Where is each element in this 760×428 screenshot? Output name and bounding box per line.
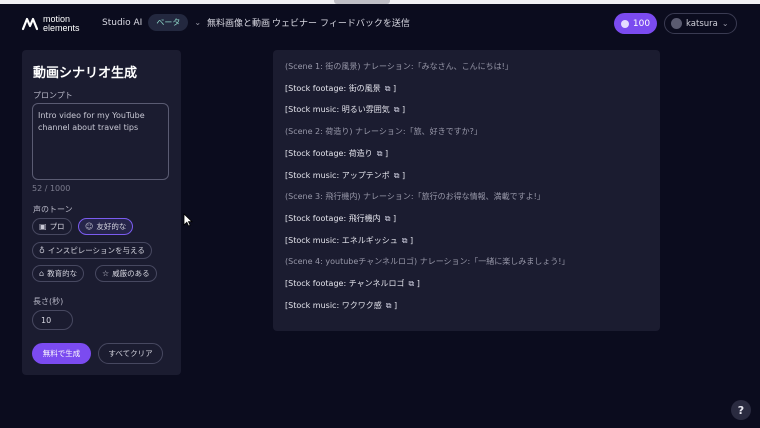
- stock-line[interactable]: [Stock footage: 飛行機内 ⧉ ]: [285, 213, 396, 224]
- external-link-icon[interactable]: ⧉: [385, 84, 391, 94]
- nav-free-media[interactable]: 無料画像と動画: [207, 16, 270, 29]
- scene-line: (Scene 4: youtubeチャンネルロゴ) ナレーション:「一緒に楽しみ…: [285, 256, 569, 267]
- star-icon: ☆: [102, 269, 110, 278]
- line-close: ]: [401, 171, 406, 180]
- nav-studio-label: Studio AI: [102, 17, 143, 28]
- line-text: [Stock music: ワクワク感: [285, 301, 382, 310]
- stock-line[interactable]: [Stock music: ワクワク感 ⧉ ]: [285, 300, 397, 311]
- graduation-cap-icon: ⌂: [39, 269, 45, 278]
- stock-line[interactable]: [Stock music: 明るい雰囲気 ⧉ ]: [285, 104, 405, 115]
- username: katsura: [686, 18, 718, 29]
- line-text: (Scene 4: youtubeチャンネルロゴ) ナレーション:「一緒に楽しみ…: [285, 257, 570, 266]
- line-close: ]: [401, 105, 406, 114]
- external-link-icon[interactable]: ⧉: [394, 171, 400, 181]
- line-close: ]: [392, 84, 397, 93]
- length-input[interactable]: 10: [32, 310, 73, 330]
- brand-logo[interactable]: motion elements: [21, 15, 80, 33]
- tone-option-inspirational[interactable]: ♁ インスピレーションを与える: [32, 242, 152, 259]
- line-text: [Stock music: アップテンポ: [285, 171, 390, 180]
- page-title: 動画シナリオ生成: [33, 66, 138, 81]
- scene-line: (Scene 3: 飛行機内) ナレーション:「旅行のお得な情報、満載ですよ!」: [285, 191, 545, 202]
- external-link-icon[interactable]: ⧉: [394, 105, 400, 115]
- stock-line[interactable]: [Stock music: エネルギッシュ ⧉ ]: [285, 235, 413, 246]
- clear-all-button[interactable]: すべてクリア: [98, 343, 163, 364]
- chevron-down-icon: ⌄: [721, 19, 729, 28]
- char-count: 52 / 1000: [32, 184, 71, 193]
- line-text: [Stock footage: 飛行機内: [285, 214, 381, 223]
- tone-option-educational[interactable]: ⌂ 教育的な: [32, 265, 85, 282]
- nav-feedback[interactable]: フィードバックを送信: [320, 16, 410, 29]
- tone-label: 声のトーン: [33, 205, 73, 214]
- nav-studio-ai[interactable]: Studio AI ベータ ⌄: [102, 14, 201, 31]
- external-link-icon[interactable]: ⧉: [377, 149, 383, 159]
- stock-line[interactable]: [Stock footage: チャンネルロゴ ⧉ ]: [285, 278, 420, 289]
- mouse-cursor-icon: [183, 213, 193, 227]
- tone-option-pro[interactable]: ▣ プロ: [32, 218, 72, 235]
- credits-count: 100: [632, 18, 651, 29]
- generate-button[interactable]: 無料で生成: [32, 343, 91, 364]
- line-close: ]: [416, 279, 420, 288]
- scenario-result-panel: (Scene 1: 街の風景) ナレーション:「みなさん、こんにちは!」 [St…: [273, 50, 660, 331]
- beta-badge: ベータ: [148, 14, 189, 31]
- tone-label-pro: プロ: [49, 222, 65, 231]
- tone-option-friendly[interactable]: ☺ 友好的な: [78, 218, 134, 235]
- logo-line-2: elements: [43, 23, 80, 33]
- line-text: [Stock footage: チャンネルロゴ: [285, 279, 405, 288]
- line-close: ]: [384, 149, 389, 158]
- prompt-label: プロンプト: [33, 91, 73, 100]
- line-text: (Scene 3: 飛行機内) ナレーション:「旅行のお得な情報、満載ですよ!」: [285, 192, 545, 201]
- line-close: ]: [409, 236, 414, 245]
- tone-option-authoritative[interactable]: ☆ 威厳のある: [95, 265, 157, 282]
- line-close: ]: [393, 301, 398, 310]
- credits-button[interactable]: 100: [614, 13, 657, 34]
- tone-label-authoritative: 威厳のある: [112, 269, 150, 278]
- length-label: 長さ(秒): [33, 297, 64, 306]
- stock-line[interactable]: [Stock footage: 街の風景 ⧉ ]: [285, 83, 396, 94]
- scene-line: (Scene 1: 街の風景) ナレーション:「みなさん、こんにちは!」: [285, 61, 513, 72]
- tone-label-inspirational: インスピレーションを与える: [47, 246, 145, 255]
- stock-line[interactable]: [Stock music: アップテンポ ⧉ ]: [285, 170, 405, 181]
- nav-webinar[interactable]: ウェビナー: [272, 16, 317, 29]
- user-menu[interactable]: katsura ⌄: [664, 13, 737, 34]
- tone-label-educational: 教育的な: [47, 269, 78, 278]
- motionelements-logo-icon: [21, 17, 39, 31]
- avatar: [671, 18, 682, 29]
- external-link-icon[interactable]: ⧉: [386, 301, 392, 311]
- scene-line: (Scene 2: 荷造り) ナレーション:「旅、好きですか?」: [285, 126, 482, 137]
- app-header: motion elements Studio AI ベータ ⌄ 無料画像と動画 …: [0, 4, 760, 44]
- chevron-down-icon: ⌄: [194, 18, 202, 27]
- line-close: ]: [392, 214, 397, 223]
- line-text: (Scene 2: 荷造り) ナレーション:「旅、好きですか?」: [285, 127, 482, 136]
- external-link-icon[interactable]: ⧉: [408, 279, 414, 289]
- prompt-input[interactable]: Intro video for my YouTube channel about…: [32, 103, 169, 180]
- lightbulb-icon: ♁: [39, 246, 45, 255]
- line-text: [Stock music: エネルギッシュ: [285, 236, 398, 245]
- help-button[interactable]: ?: [731, 400, 751, 420]
- line-text: [Stock music: 明るい雰囲気: [285, 105, 390, 114]
- coin-icon: [620, 19, 629, 28]
- scenario-form-panel: 動画シナリオ生成 プロンプト Intro video for my YouTub…: [22, 50, 181, 375]
- tone-label-friendly: 友好的な: [96, 222, 127, 231]
- external-link-icon[interactable]: ⧉: [402, 236, 408, 246]
- briefcase-icon: ▣: [39, 222, 47, 231]
- stock-line[interactable]: [Stock footage: 荷造り ⧉ ]: [285, 148, 388, 159]
- line-text: [Stock footage: 街の風景: [285, 84, 381, 93]
- external-link-icon[interactable]: ⧉: [385, 214, 391, 224]
- line-text: (Scene 1: 街の風景) ナレーション:「みなさん、こんにちは!」: [285, 62, 513, 71]
- smile-icon: ☺: [85, 222, 94, 231]
- line-text: [Stock footage: 荷造り: [285, 149, 373, 158]
